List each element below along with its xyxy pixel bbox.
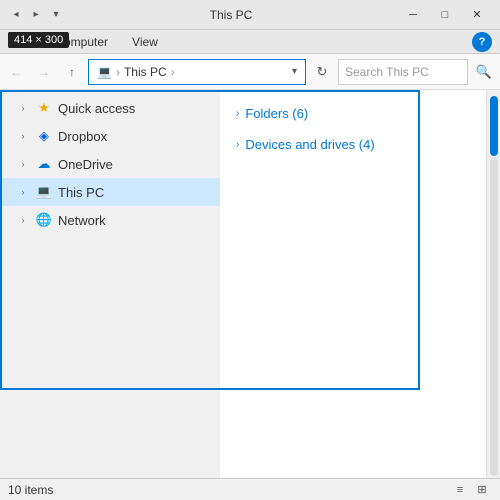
tb-forward-icon[interactable]: ▸ — [28, 7, 44, 23]
this-pc-icon: 💻 — [36, 184, 52, 200]
address-path[interactable]: 💻 › This PC › ▾ — [88, 59, 306, 85]
forward-button[interactable]: → — [32, 60, 56, 84]
onedrive-icon: ☁ — [36, 156, 52, 172]
close-button[interactable]: ✕ — [462, 5, 492, 25]
folders-chevron: › — [236, 108, 239, 119]
items-count: 10 items — [8, 483, 53, 497]
devices-title[interactable]: › Devices and drives (4) — [236, 133, 470, 156]
devices-chevron: › — [236, 139, 239, 150]
sidebar-item-this-pc[interactable]: › 💻 This PC — [0, 178, 220, 206]
path-dropdown-arrow[interactable]: ▾ — [292, 66, 297, 77]
path-pc-icon: 💻 — [97, 65, 112, 79]
refresh-button[interactable]: ↻ — [310, 60, 334, 84]
path-separator-1: › — [116, 65, 120, 79]
search-box[interactable]: Search This PC — [338, 59, 468, 85]
window-title: This PC — [64, 8, 398, 22]
network-label: Network — [58, 213, 106, 228]
sidebar-item-onedrive[interactable]: › ☁ OneDrive — [0, 150, 220, 178]
view-controls: ≡ ⊞ — [450, 480, 492, 500]
file-explorer-window: ◂ ▸ ▾ This PC ─ □ ✕ 414 × 300 File Compu… — [0, 0, 500, 500]
sidebar-item-quick-access[interactable]: › ★ Quick access — [0, 94, 220, 122]
network-icon: 🌐 — [36, 212, 52, 228]
devices-label: Devices and drives (4) — [245, 137, 374, 152]
title-bar-quick-access: ◂ ▸ ▾ — [8, 7, 64, 23]
content-panel: › Folders (6) › Devices and drives (4) — [220, 90, 486, 478]
path-separator-2: › — [171, 65, 175, 79]
grid-view-button[interactable]: ⊞ — [472, 480, 492, 500]
expand-arrow-dropbox: › — [16, 129, 30, 143]
folders-section: › Folders (6) — [236, 102, 470, 125]
status-bar: 10 items ≡ ⊞ — [0, 478, 500, 500]
menu-view[interactable]: View — [128, 33, 162, 51]
sidebar: › ★ Quick access › ◈ Dropbox › ☁ OneDriv… — [0, 90, 220, 478]
tb-back-icon[interactable]: ◂ — [8, 7, 24, 23]
help-button[interactable]: ? — [472, 32, 492, 52]
tb-dropdown-icon[interactable]: ▾ — [48, 7, 64, 23]
path-thispc-label: This PC — [124, 65, 167, 79]
search-button[interactable]: 🔍 — [472, 60, 496, 84]
window-controls: ─ □ ✕ — [398, 5, 492, 25]
quick-access-label: Quick access — [58, 101, 135, 116]
title-bar: ◂ ▸ ▾ This PC ─ □ ✕ — [0, 0, 500, 30]
devices-section: › Devices and drives (4) — [236, 133, 470, 156]
expand-arrow-network: › — [16, 213, 30, 227]
scrollbar[interactable] — [486, 90, 500, 478]
main-content: › ★ Quick access › ◈ Dropbox › ☁ OneDriv… — [0, 90, 500, 478]
sidebar-item-network[interactable]: › 🌐 Network — [0, 206, 220, 234]
expand-arrow-this-pc: › — [16, 185, 30, 199]
scrollbar-thumb[interactable] — [490, 96, 498, 156]
sidebar-item-dropbox[interactable]: › ◈ Dropbox — [0, 122, 220, 150]
dimension-badge: 414 × 300 — [8, 32, 69, 48]
up-button[interactable]: ↑ — [60, 60, 84, 84]
list-view-button[interactable]: ≡ — [450, 480, 470, 500]
menu-bar: File Computer View ? — [0, 30, 500, 54]
expand-arrow-quick-access: › — [16, 101, 30, 115]
scrollbar-track — [490, 158, 498, 476]
dropbox-icon: ◈ — [36, 128, 52, 144]
this-pc-label: This PC — [58, 185, 104, 200]
search-placeholder: Search This PC — [345, 65, 429, 79]
dropbox-label: Dropbox — [58, 129, 107, 144]
folders-title[interactable]: › Folders (6) — [236, 102, 470, 125]
folders-label: Folders (6) — [245, 106, 308, 121]
expand-arrow-onedrive: › — [16, 157, 30, 171]
back-button[interactable]: ← — [4, 60, 28, 84]
address-bar: ← → ↑ 💻 › This PC › ▾ ↻ Search This PC 🔍 — [0, 54, 500, 90]
onedrive-label: OneDrive — [58, 157, 113, 172]
quick-access-icon: ★ — [36, 100, 52, 116]
maximize-button[interactable]: □ — [430, 5, 460, 25]
minimize-button[interactable]: ─ — [398, 5, 428, 25]
